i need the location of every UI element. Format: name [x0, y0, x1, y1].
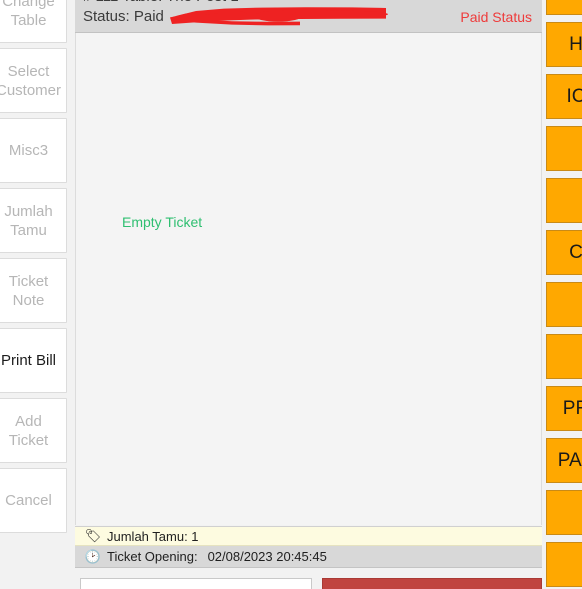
rail-button-label: Add Ticket — [8, 412, 49, 449]
category-button-h[interactable]: H — [546, 22, 582, 67]
rail-button-jumlah-tamu[interactable]: Jumlah Tamu — [0, 188, 67, 253]
rail-button-misc3[interactable]: Misc3 — [0, 118, 67, 183]
rail-button-label: Cancel — [5, 492, 52, 509]
rail-button-add-ticket[interactable]: Add Ticket — [0, 398, 67, 463]
rail-button-label: Select Customer — [0, 62, 62, 99]
ticket-status-text: Status: Paid — [83, 8, 164, 25]
category-button-blank-6[interactable] — [546, 542, 582, 587]
category-button-label: H — [569, 33, 582, 55]
rail-button-label: Print Bill — [0, 352, 56, 369]
category-button-label: PAS — [557, 449, 582, 471]
ticket-panel: # 111 Table: The Post 1 Status: Paid Pai… — [75, 0, 542, 589]
rail-button-cancel[interactable]: Cancel — [0, 468, 67, 533]
bottom-search-input[interactable] — [80, 578, 313, 589]
category-button-label: B — [570, 0, 582, 4]
rail-button-change-table[interactable]: Change Table — [0, 0, 67, 43]
ticket-opening-row: 🕑 Ticket Opening: 02/08/2023 20:45:45 — [75, 546, 542, 568]
category-button-label: C — [569, 241, 582, 263]
empty-ticket-message: Empty Ticket — [122, 214, 203, 230]
category-button-blank-2[interactable] — [546, 178, 582, 223]
pos-ticket-screen: Change Table Select Customer Misc3 Jumla… — [0, 0, 582, 589]
category-button-label: PR — [562, 397, 582, 419]
category-button-pr[interactable]: PR — [546, 386, 582, 431]
category-button-blank-4[interactable] — [546, 334, 582, 379]
ticket-header: # 111 Table: The Post 1 Status: Paid Pai… — [75, 0, 542, 33]
rail-button-print-bill[interactable]: Print Bill — [0, 328, 67, 393]
paid-status-annotation-label: Paid Status — [460, 9, 532, 25]
right-category-rail: B H IC C PR PAS — [546, 0, 582, 589]
rail-button-ticket-note[interactable]: Ticket Note — [0, 258, 67, 323]
bottom-action-button[interactable] — [322, 578, 542, 589]
category-button-blank-3[interactable] — [546, 282, 582, 327]
ticket-opening-label: Ticket Opening: — [107, 549, 198, 564]
category-button-c[interactable]: C — [546, 230, 582, 275]
guest-count-row: 🏷 Jumlah Tamu: 1 — [75, 526, 542, 546]
rail-button-label: Misc3 — [8, 142, 49, 159]
left-action-rail: Change Table Select Customer Misc3 Jumla… — [0, 0, 67, 533]
ticket-opening-value: 02/08/2023 20:45:45 — [207, 549, 327, 564]
tag-icon: 🏷 — [84, 528, 102, 543]
guest-count-label: Jumlah Tamu: 1 — [107, 528, 199, 544]
category-button-blank-5[interactable] — [546, 490, 582, 535]
rail-button-label: Jumlah Tamu — [4, 202, 53, 239]
ticket-items-area[interactable]: Empty Ticket — [75, 33, 542, 525]
clock-icon: 🕑 — [84, 548, 102, 564]
category-button-ic[interactable]: IC — [546, 74, 582, 119]
bottom-bar — [75, 578, 542, 589]
category-button-blank-1[interactable] — [546, 126, 582, 171]
category-button-b[interactable]: B — [546, 0, 582, 15]
rail-button-select-customer[interactable]: Select Customer — [0, 48, 67, 113]
rail-button-label: Ticket Note — [8, 272, 49, 309]
rail-button-label: Change Table — [2, 0, 55, 29]
category-button-pas[interactable]: PAS — [546, 438, 582, 483]
category-button-label: IC — [566, 85, 582, 107]
ticket-title: # 111 Table: The Post 1 — [83, 0, 239, 5]
